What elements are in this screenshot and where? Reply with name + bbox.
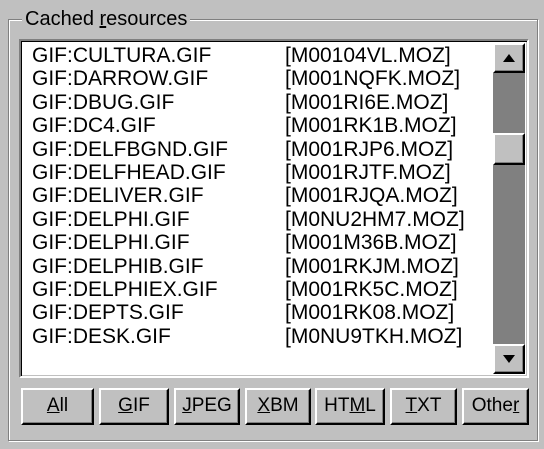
resource-name: GIF:DELPHIB.GIF [32, 254, 204, 278]
list-item[interactable]: GIF:DC4.GIF [M001RK1B.MOZ] [27, 114, 489, 137]
resource-cache-id: [M0NU9TKH.MOZ] [285, 324, 463, 348]
list-item[interactable]: GIF:DELIVER.GIF [M001RJQA.MOZ] [27, 184, 489, 207]
list-item[interactable]: GIF:DBUG.GIF [M001RI6E.MOZ] [27, 91, 489, 114]
list-item[interactable]: GIF:DELFBGND.GIF [M001RJP6.MOZ] [27, 138, 489, 161]
resource-cache-id: [M001RJQA.MOZ] [285, 184, 458, 208]
resource-name: GIF:DELFBGND.GIF [32, 137, 229, 161]
group-title: Cached resources [22, 8, 191, 30]
resource-name: GIF:DESK.GIF [32, 324, 171, 348]
list-item[interactable]: GIF:DEPTS.GIF [M001RK08.MOZ] [27, 301, 489, 324]
resource-cache-id: [M001RK08.MOZ] [285, 301, 455, 325]
html-button[interactable]: HTML [315, 388, 385, 425]
jpeg-button[interactable]: JPEG [174, 388, 240, 425]
resource-cache-id: [M001RK1B.MOZ] [285, 114, 457, 138]
list-item[interactable]: GIF:DELPHI.GIF [M001M36B.MOZ] [27, 231, 489, 254]
all-button[interactable]: All [21, 388, 94, 425]
list-item[interactable]: GIF:DARROW.GIF [M001NQFK.MOZ] [27, 67, 489, 90]
arrow-up-icon [503, 54, 515, 62]
scroll-up-button[interactable] [493, 43, 525, 73]
scroll-thumb[interactable] [493, 133, 525, 165]
resource-cache-id: [M001RK5C.MOZ] [285, 277, 458, 301]
scroll-down-button[interactable] [493, 344, 525, 374]
resource-name: GIF:DELFHEAD.GIF [32, 160, 226, 184]
list-item[interactable]: GIF:DELPHI.GIF [M0NU2HM7.MOZ] [27, 208, 489, 231]
gif-button[interactable]: GIF [99, 388, 169, 425]
vertical-scrollbar[interactable] [493, 43, 525, 374]
resource-name: GIF:DELPHI.GIF [32, 231, 190, 255]
resources-listbox[interactable]: GIF:CULTURA.GIF [M00104VL.MOZ] GIF:DARROW.… [19, 39, 529, 378]
filter-buttons: All GIF JPEG XBM HTML TXT Other [21, 388, 529, 428]
resource-cache-id: [M001M36B.MOZ] [285, 231, 457, 255]
resource-cache-id: [M001RI6E.MOZ] [285, 90, 449, 114]
resource-cache-id: [M0NU2HM7.MOZ] [285, 207, 465, 231]
resource-cache-id: [M001RKJM.MOZ] [285, 254, 459, 278]
resource-cache-id: [M001RJTF.MOZ] [285, 160, 451, 184]
resource-cache-id: [M00104VL.MOZ] [285, 44, 451, 67]
resource-cache-id: [M001RJP6.MOZ] [285, 137, 454, 161]
resource-name: GIF:DBUG.GIF [32, 90, 175, 114]
resource-name: GIF:CULTURA.GIF [32, 44, 212, 67]
list-item[interactable]: GIF:DESK.GIF [M0NU9TKH.MOZ] [27, 325, 489, 348]
resource-name: GIF:DELPHI.GIF [32, 207, 190, 231]
list-item[interactable]: GIF:DELFHEAD.GIF [M001RJTF.MOZ] [27, 161, 489, 184]
resource-cache-id: [M001NQFK.MOZ] [285, 67, 461, 91]
resource-name: GIF:DEPTS.GIF [32, 301, 184, 325]
list-item[interactable]: GIF:DELPHIB.GIF [M001RKJM.MOZ] [27, 255, 489, 278]
resource-name: GIF:DELIVER.GIF [32, 184, 204, 208]
list-item[interactable]: GIF:DELPHIEX.GIF [M001RK5C.MOZ] [27, 278, 489, 301]
xbm-button[interactable]: XBM [245, 388, 311, 425]
resource-name: GIF:DC4.GIF [32, 114, 156, 138]
resources-list: GIF:CULTURA.GIF [M00104VL.MOZ] GIF:DARROW.… [27, 44, 489, 348]
list-item[interactable]: GIF:CULTURA.GIF [M00104VL.MOZ] [27, 44, 489, 67]
arrow-down-icon [503, 355, 515, 363]
other-button[interactable]: Other [462, 388, 529, 425]
txt-button[interactable]: TXT [390, 388, 457, 425]
resource-name: GIF:DELPHIEX.GIF [32, 277, 218, 301]
resource-name: GIF:DARROW.GIF [32, 67, 209, 91]
